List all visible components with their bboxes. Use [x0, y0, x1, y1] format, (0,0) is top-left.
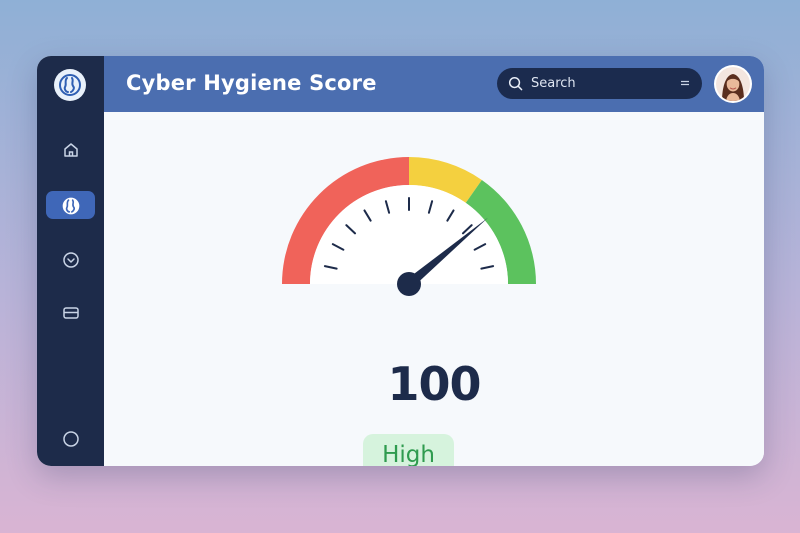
header-bar: Cyber Hygiene Score: [104, 56, 764, 112]
circle-icon: [62, 431, 79, 447]
sidebar-item-home[interactable]: [37, 135, 104, 165]
filter-icon[interactable]: [679, 77, 691, 89]
rating-badge: High: [363, 434, 454, 466]
user-avatar-icon: [716, 67, 750, 101]
brand-logo-icon[interactable]: [54, 69, 86, 101]
score-value: 100: [387, 357, 481, 411]
sidebar-item-dropdown[interactable]: [37, 245, 104, 275]
avatar[interactable]: [716, 67, 750, 101]
sidebar-item-cards[interactable]: [37, 298, 104, 328]
main-content: 100 High: [104, 112, 764, 466]
gauge-needle-hub: [397, 272, 421, 296]
search-bar[interactable]: [497, 68, 702, 99]
sidebar-item-profile[interactable]: [37, 424, 104, 454]
search-input[interactable]: [529, 75, 673, 92]
page-title: Cyber Hygiene Score: [126, 71, 377, 95]
app-window: Cyber Hygiene Score Search 100 High: [37, 56, 764, 466]
home-icon: [63, 143, 78, 157]
sidebar-item-hygiene[interactable]: [37, 191, 104, 221]
score-gauge: [282, 157, 536, 296]
search-icon: [508, 76, 523, 91]
sidebar: [37, 56, 104, 466]
chevron-down-circle-icon: [62, 252, 79, 268]
brand-icon: [62, 197, 79, 215]
card-icon: [62, 307, 79, 319]
